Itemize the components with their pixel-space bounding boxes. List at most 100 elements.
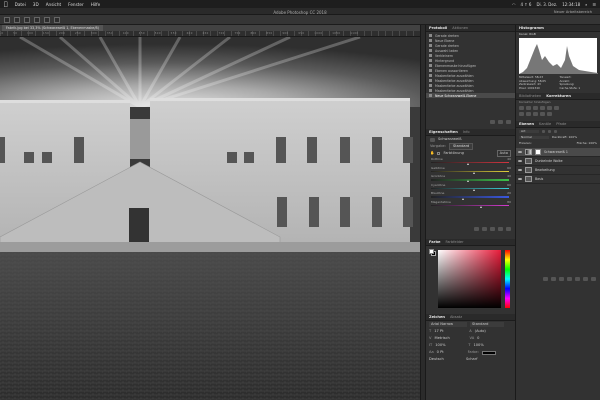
view-previous-icon[interactable] [482,226,487,231]
baseline-field[interactable]: 0 Pt [437,350,465,355]
black-white-icon[interactable] [526,112,531,116]
auto-button[interactable]: Auto [496,150,511,157]
channel-mixer-icon[interactable] [540,112,545,116]
hue-slider[interactable] [505,249,510,308]
eye-icon[interactable] [518,159,522,163]
slider-track[interactable] [431,204,509,207]
layer-row-selected[interactable]: Schwarzweiß 1 [516,148,600,157]
trash-icon[interactable] [591,276,596,281]
tab-farbfelder[interactable]: Farbfelder [445,240,463,244]
option-toggle-1[interactable] [14,16,20,23]
reset-icon[interactable] [490,226,495,231]
option-toggle-5[interactable] [54,16,60,23]
color-field[interactable] [438,249,501,308]
apple-icon[interactable]:  [4,1,8,8]
tab-kanaele[interactable]: Kanäle [539,122,551,126]
tab-histogramm[interactable]: Histogramm [519,26,544,30]
camera-icon[interactable] [498,119,503,124]
text-color-swatch[interactable] [481,350,496,355]
language-select[interactable]: Deutsch [429,357,463,362]
menu-3d[interactable]: 3D [33,2,39,7]
layer-name[interactable]: Bearbeitung [535,168,555,172]
wifi-icon[interactable]: ◠ [512,2,516,7]
tab-protokoll[interactable]: Protokoll [429,26,447,30]
vibrance-icon[interactable] [547,106,552,110]
hscale-field[interactable]: 100% [473,343,483,348]
slider-track[interactable] [431,187,509,190]
layer-row[interactable]: Dunkelnde Wolke [516,157,600,166]
tint-checkbox[interactable] [437,152,441,155]
clip-to-layer-icon[interactable] [474,226,479,231]
tab-absatz[interactable]: Absatz [450,315,462,319]
color-balance-icon[interactable] [519,112,524,116]
tab-zeichen[interactable]: Zeichen [429,315,445,319]
tab-korrekturen[interactable]: Korrekturen [546,94,571,98]
photo-filter-icon[interactable] [533,112,538,116]
layer-style-icon[interactable] [551,276,556,281]
menu-hilfe[interactable]: Hilfe [91,2,101,7]
visibility-icon[interactable] [498,226,503,231]
tracking-field[interactable]: 0 [477,336,479,341]
new-group-icon[interactable] [575,276,580,281]
tab-bibliotheken[interactable]: Bibliotheken [519,94,541,98]
workspace-switcher[interactable]: Neuer Arbeitsbereich [554,10,592,14]
filter-pixel-icon[interactable] [542,130,545,133]
history-item-selected[interactable]: Neue Schwarzweiß-Ebene [426,93,515,98]
link-layers-icon[interactable] [543,276,548,281]
vscale-field[interactable]: 100% [435,343,465,348]
tab-pfade[interactable]: Pfade [556,122,566,126]
option-toggle-3[interactable] [34,16,40,23]
eye-icon[interactable] [518,150,522,154]
slider-track[interactable] [431,162,509,164]
tab-aktionen[interactable]: Aktionen [452,26,468,30]
eye-icon[interactable] [518,168,522,172]
tab-ebenen[interactable]: Ebenen [519,122,534,126]
layer-name[interactable]: Basis [535,177,543,181]
curves-icon[interactable] [533,106,538,110]
option-toggle-4[interactable] [44,16,50,23]
new-adjustment-icon[interactable] [567,276,572,281]
hand-icon[interactable]: ✋ [430,151,434,156]
filter-adjust-icon[interactable] [548,130,551,133]
new-snapshot-button[interactable] [490,119,495,124]
tab-info[interactable]: Info [463,130,470,134]
layer-mask-thumbnail[interactable] [535,149,541,155]
menu-datei[interactable]: Datei [15,2,26,7]
slider-track[interactable] [431,196,509,198]
menu-fenster[interactable]: Fenster [68,2,84,7]
filter-type-icon[interactable] [554,130,557,133]
menu-ansicht[interactable]: Ansicht [46,2,61,7]
layer-filter-select[interactable]: Art [519,130,539,133]
tab-farbe[interactable]: Farbe [429,240,440,244]
option-toggle-2[interactable] [24,16,30,23]
eye-icon[interactable] [518,177,522,181]
search-icon[interactable]: ⌕ [585,2,587,7]
leading-field[interactable]: (Auto) [475,329,486,334]
layer-name[interactable]: Schwarzweiß 1 [544,150,568,154]
font-family-select[interactable]: Arial Narrow [429,322,467,327]
brightness-icon[interactable] [519,106,524,110]
antialias-select[interactable]: Scharf [466,357,477,362]
preset-select[interactable]: Standard [448,142,474,151]
trash-icon[interactable] [506,226,511,231]
layer-row[interactable]: Basis [516,175,600,184]
slider-track[interactable] [431,170,509,172]
fill-field[interactable]: Fläche: 100% [577,142,597,145]
levels-icon[interactable] [526,106,531,110]
font-size-field[interactable]: 17 Pt [434,329,466,334]
document-canvas[interactable] [0,37,420,400]
slider-track[interactable] [431,179,509,181]
new-layer-icon[interactable] [583,276,588,281]
layer-row[interactable]: Bearbeitung [516,166,600,175]
opacity-field[interactable]: Deckkraft: 100% [552,136,577,139]
layer-name[interactable]: Dunkelnde Wolke [535,159,563,163]
font-style-select[interactable]: Standard [470,322,504,327]
kerning-field[interactable]: Metrisch [434,336,466,341]
histogram-channel-select[interactable]: Kanal: RGB [519,33,536,36]
exposure-icon[interactable] [540,106,545,110]
hue-saturation-icon[interactable] [554,106,559,110]
color-lookup-icon[interactable] [547,112,552,116]
menu-list-icon[interactable]: ☰ [592,2,596,7]
tab-eigenschaften[interactable]: Eigenschaften [429,130,458,134]
tool-preset-picker[interactable] [4,16,10,23]
